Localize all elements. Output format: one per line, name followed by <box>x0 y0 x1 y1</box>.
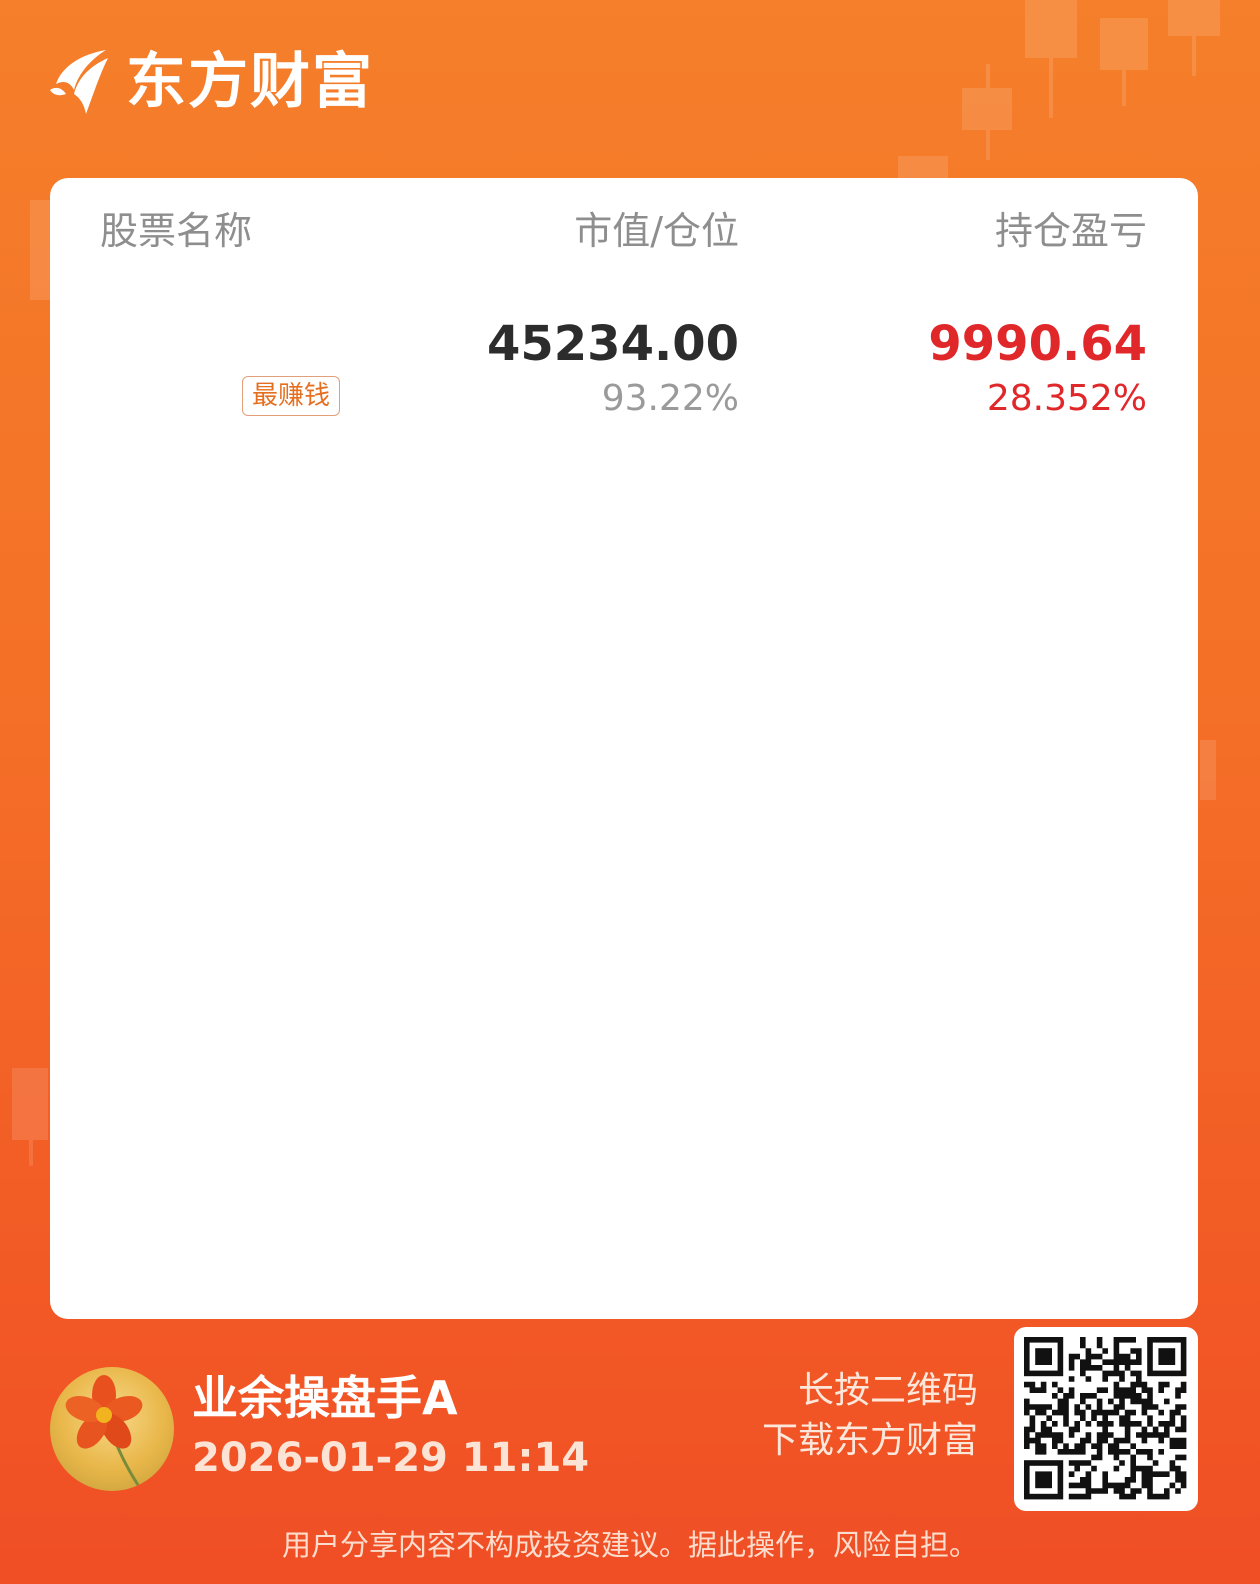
avatar[interactable] <box>50 1367 174 1491</box>
disclaimer: 用户分享内容不构成投资建议。据此操作，风险自担。 <box>281 1528 978 1562</box>
qr-hint-line-1: 长按二维码 <box>797 1370 978 1411</box>
qr-finder-mark <box>1147 1337 1187 1377</box>
holdings-card: 股票名称 市值/仓位 持仓盈亏 最赚钱 45234.00 93.22% 9990… <box>50 178 1198 1319</box>
qr-hint: 长按二维码 下载东方财富 <box>762 1366 978 1466</box>
pnl-amount: 9990.64 <box>928 316 1147 372</box>
header-stock-name: 股票名称 <box>100 209 253 253</box>
header-pnl: 持仓盈亏 <box>994 209 1147 253</box>
qr-code-image <box>1024 1337 1187 1500</box>
brand-logo-icon <box>50 50 108 114</box>
share-timestamp: 2026-01-29 11:14 <box>192 1435 590 1481</box>
qr-code[interactable] <box>1014 1327 1198 1511</box>
qr-finder-mark <box>1024 1337 1064 1377</box>
top-earner-badge: 最赚钱 <box>242 376 340 416</box>
pnl-percent: 28.352% <box>986 378 1147 419</box>
qr-finder-mark <box>1024 1460 1064 1500</box>
market-value: 45234.00 <box>486 316 739 372</box>
user-name: 业余操盘手A <box>192 1371 458 1425</box>
qr-hint-line-2: 下载东方财富 <box>761 1420 978 1461</box>
brand-name: 东方财富 <box>126 47 374 117</box>
header-market-value: 市值/仓位 <box>574 209 739 253</box>
position-percent: 93.22% <box>601 378 739 419</box>
brand-logo: 东方财富 <box>48 44 374 120</box>
flower-avatar-image <box>50 1367 174 1491</box>
